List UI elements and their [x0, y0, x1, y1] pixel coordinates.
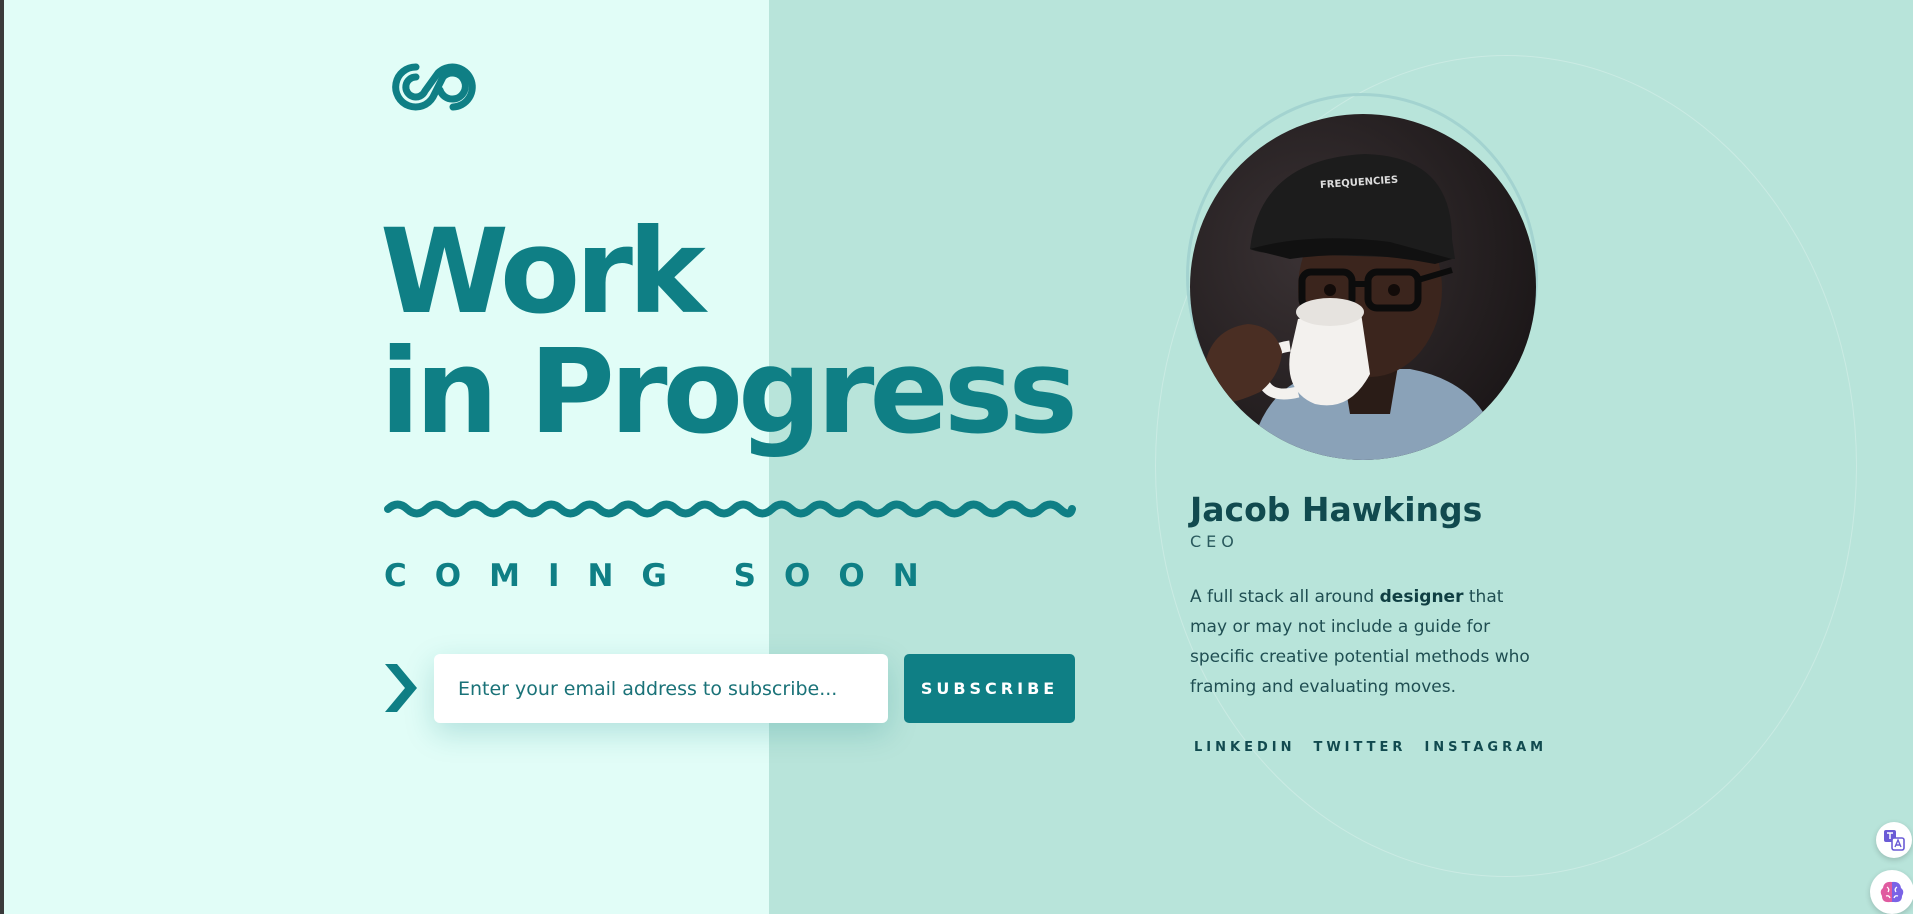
brain-extension-button[interactable] — [1870, 870, 1913, 914]
social-links: LINKEDIN TWITTER INSTAGRAM — [1194, 740, 1547, 755]
email-input[interactable] — [434, 654, 888, 723]
translate-extension-button[interactable] — [1876, 822, 1912, 858]
profile-name: Jacob Hawkings — [1190, 490, 1483, 529]
coming-soon-page: Work in Progress COMING SOON SUBSCRIBE F… — [0, 0, 1913, 914]
profile-role: CEO — [1190, 532, 1239, 551]
brain-icon — [1880, 881, 1904, 903]
bio-emphasis: designer — [1379, 587, 1464, 607]
subscribe-button[interactable]: SUBSCRIBE — [904, 654, 1075, 723]
infinity-logo-icon[interactable] — [383, 55, 483, 115]
instagram-link[interactable]: INSTAGRAM — [1424, 740, 1547, 755]
linkedin-link[interactable]: LINKEDIN — [1194, 740, 1295, 755]
headline-line-2: in Progress — [380, 323, 1078, 460]
avatar-photo: FREQUENCIES — [1190, 114, 1536, 460]
page-headline: Work in Progress — [380, 203, 1078, 460]
bio-text-start: A full stack all around — [1190, 587, 1380, 607]
translate-icon — [1884, 830, 1905, 851]
profile-bio: A full stack all around designer that ma… — [1190, 582, 1530, 702]
twitter-link[interactable]: TWITTER — [1313, 740, 1406, 755]
window-edge — [0, 0, 4, 914]
coming-soon-tagline: COMING SOON — [384, 558, 947, 594]
wave-divider — [384, 500, 1076, 518]
chevron-right-icon — [385, 664, 417, 712]
headline-line-1: Work — [380, 203, 706, 340]
